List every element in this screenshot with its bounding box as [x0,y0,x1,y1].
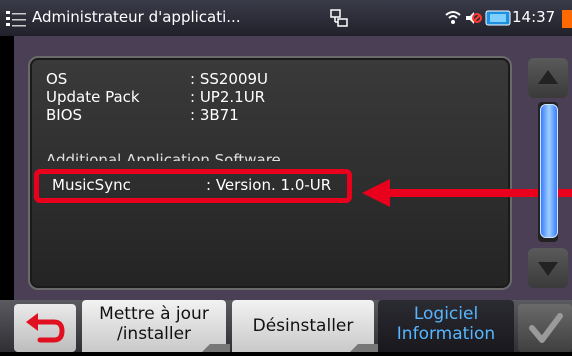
wifi-icon [445,11,461,24]
app-title: Administrateur d'applicati... [32,8,241,26]
info-label-update-pack: Update Pack [46,88,140,106]
info-label-os: OS [46,70,68,88]
scroll-down-button[interactable] [528,248,568,288]
info-value-os: : SS2009U [190,70,269,88]
tab-update-line1: Mettre à jour [99,304,209,324]
menu-icon[interactable] [6,10,30,28]
status-icons [445,10,511,26]
tab-uninstall-label: Désinstaller [252,316,354,336]
screen-icon [485,10,511,26]
tab-software-information[interactable]: Logiciel Information [378,300,514,352]
volume-muted-icon [466,12,482,24]
clock: 14:37 [512,8,556,26]
battery-icon [562,10,572,28]
scroll-track[interactable] [538,102,558,242]
checkmark-icon [529,313,563,343]
back-arrow-icon [26,313,65,343]
tab-uninstall[interactable]: Désinstaller [232,300,378,352]
scroll-up-button[interactable] [528,58,568,98]
notch-icon [202,344,230,352]
info-label-bios: BIOS [46,106,83,124]
scrollbar[interactable] [528,52,568,292]
highlight-box [34,169,352,203]
tab-info-line1: Logiciel [413,304,479,324]
notch-icon [350,344,378,352]
section-heading: Additional Application Software [46,151,281,161]
info-value-bios: : 3B71 [190,106,239,124]
title-bar: Administrateur d'applicati... 14:37 [0,0,572,36]
tab-update-install[interactable]: Mettre à jour /installer [82,300,230,352]
tab-info-line2: Information [396,324,496,344]
scroll-thumb[interactable] [540,104,558,238]
triangle-up-icon [538,70,558,84]
triangle-down-icon [538,262,558,276]
info-value-update-pack: : UP2.1UR [190,88,266,106]
ok-button[interactable] [518,304,572,352]
network-icon [330,9,348,27]
back-button[interactable] [14,304,76,352]
tab-update-line2: /installer [116,324,192,344]
